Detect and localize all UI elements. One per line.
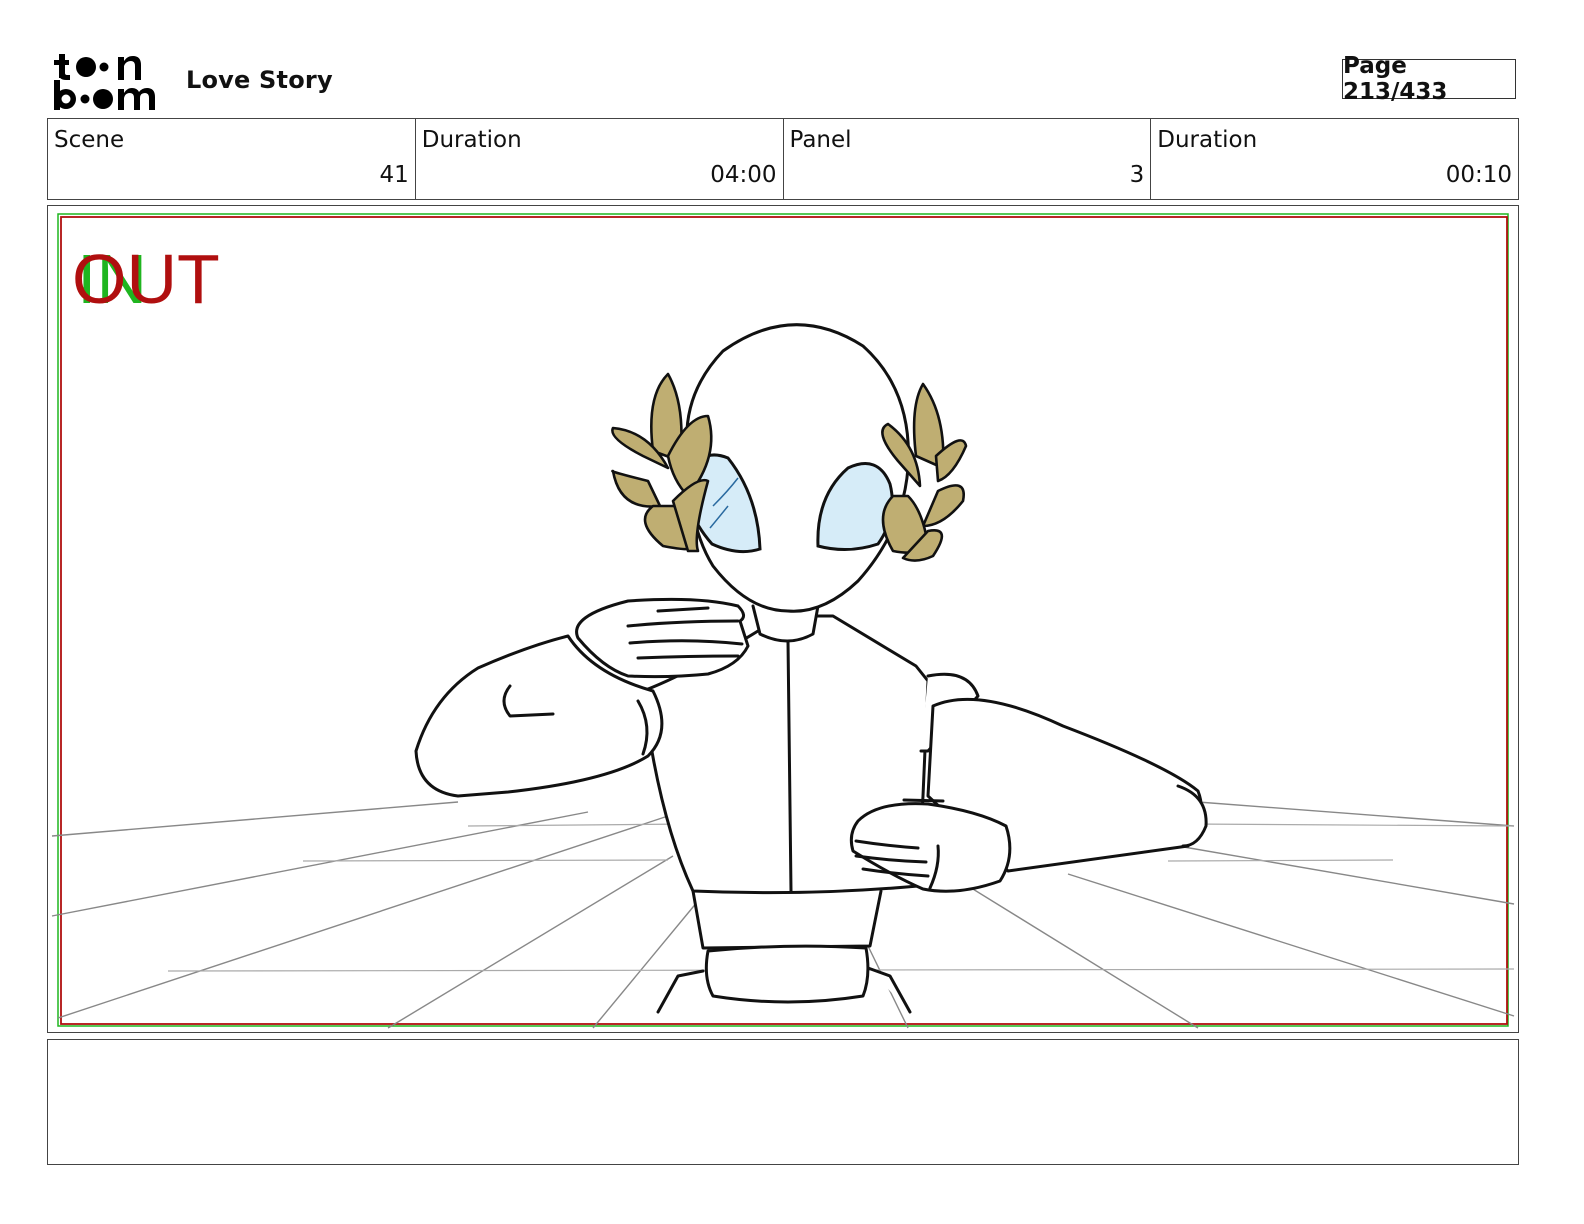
scene-cell: Scene 41 (48, 119, 416, 199)
storyboard-panel: IN OUT (47, 205, 1519, 1033)
character-sketch (414, 323, 1208, 1014)
panel-value: 3 (1129, 162, 1145, 188)
panel-duration-label: Duration (1157, 127, 1258, 153)
panel-duration-value: 00:10 (1445, 162, 1512, 188)
out-mark: OUT (72, 240, 220, 318)
panel-cell: Panel 3 (784, 119, 1152, 199)
scene-label: Scene (54, 127, 125, 153)
panel-info-row: Scene 41 Duration 04:00 Panel 3 Duration… (47, 118, 1519, 200)
scene-duration-label: Duration (421, 127, 522, 153)
panel-duration-cell: Duration 00:10 (1151, 119, 1518, 199)
scene-value: 41 (379, 162, 409, 188)
page-indicator: Page 213/433 (1342, 53, 1516, 105)
scene-duration-cell: Duration 04:00 (416, 119, 784, 199)
toonboom-logo (54, 54, 155, 110)
document-title: Love Story (186, 66, 333, 94)
panel-notes-box[interactable] (47, 1039, 1519, 1165)
panel-drawing: IN OUT (51, 213, 1515, 1029)
panel-label: Panel (789, 127, 852, 153)
scene-duration-value: 04:00 (710, 162, 777, 188)
